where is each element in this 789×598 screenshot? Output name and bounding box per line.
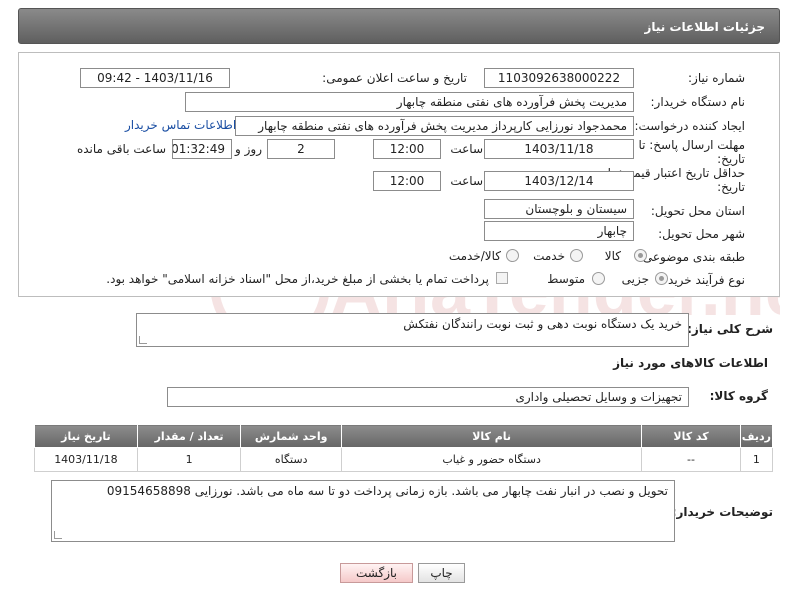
back-button[interactable]: بازگشت <box>340 563 413 583</box>
table-header-row: ردیف کد کالا نام کالا واحد شمارش تعداد /… <box>34 424 774 448</box>
goods-group-field[interactable]: تجهیزات و وسایل تحصیلی واداری <box>167 387 689 407</box>
price-validity-time-label: ساعت <box>450 174 483 188</box>
city-field[interactable]: چابهار <box>484 221 634 241</box>
announce-date-label: تاریخ و ساعت اعلان عمومی: <box>322 71 467 85</box>
description-label: شرح کلی نیاز: <box>687 322 773 336</box>
page-header: جزئیات اطلاعات نیاز <box>18 8 780 44</box>
buyer-org-field[interactable]: مدیریت پخش فرآورده های نفتی منطقه چابهار <box>185 92 634 112</box>
reply-days-label: روز و <box>235 142 262 156</box>
requester-label: ایجاد کننده درخواست: <box>634 119 745 133</box>
col-header-quantity: تعداد / مقدار <box>136 424 242 448</box>
col-header-row-number: ردیف <box>739 424 774 448</box>
col-header-unit: واحد شمارش <box>240 424 342 448</box>
page-title: جزئیات اطلاعات نیاز <box>644 20 765 34</box>
resize-grip-icon[interactable] <box>54 531 62 539</box>
cell-row-number: 1 <box>739 447 774 472</box>
description-text: خرید یک دستگاه نوبت دهی و ثبت نوبت رانند… <box>403 317 682 331</box>
col-header-item-name: نام کالا <box>340 424 643 448</box>
cell-item-name: دستگاه حضور و غیاب <box>340 447 643 472</box>
purchase-option-minor: جزیی <box>621 272 649 286</box>
col-header-need-date: تاریخ نیاز <box>34 424 138 448</box>
need-number-label: شماره نیاز: <box>688 71 745 85</box>
col-header-item-code: کد کالا <box>641 424 741 448</box>
purchase-option-medium: متوسط <box>547 272 585 286</box>
remaining-time-label: ساعت باقی مانده <box>76 142 166 156</box>
buyer-notes-text: تحویل و نصب در انبار نفت چابهار می باشد.… <box>106 484 668 498</box>
category-option-goods: کالا <box>604 249 621 263</box>
province-field[interactable]: سیستان و بلوچستان <box>484 199 634 219</box>
cell-need-date: 1403/11/18 <box>34 447 138 472</box>
buyer-org-label: نام دستگاه خریدار: <box>650 95 746 109</box>
goods-group-label: گروه کالا: <box>709 389 768 403</box>
print-button[interactable]: چاپ <box>418 563 465 583</box>
treasury-note: پرداخت تمام یا بخشی از مبلغ خرید،از محل … <box>106 272 489 286</box>
reply-days-field[interactable]: 2 <box>267 139 335 159</box>
reply-time-label: ساعت <box>450 142 483 156</box>
table-row: 1 -- دستگاه حضور و غیاب دستگاه 1 1403/11… <box>34 447 774 472</box>
purchase-type-label: نوع فرآیند خرید : <box>660 273 745 287</box>
announce-date-field[interactable]: 1403/11/16 - 09:42 <box>80 68 230 88</box>
cell-unit: دستگاه <box>240 447 342 472</box>
buyer-notes-textarea[interactable]: تحویل و نصب در انبار نفت چابهار می باشد.… <box>51 480 675 542</box>
category-option-service: خدمت <box>533 249 565 263</box>
description-textarea[interactable]: خرید یک دستگاه نوبت دهی و ثبت نوبت رانند… <box>136 313 689 347</box>
treasury-checkbox[interactable] <box>496 272 508 284</box>
province-label: استان محل تحویل: <box>650 204 745 218</box>
category-radio-service[interactable] <box>570 249 583 262</box>
remaining-time-field[interactable]: 01:32:49 <box>172 139 232 159</box>
category-radio-goods-service[interactable] <box>506 249 519 262</box>
city-label: شهر محل تحویل: <box>658 227 745 241</box>
need-number-field[interactable]: 1103092638000222 <box>484 68 634 88</box>
cell-item-code: -- <box>641 447 741 472</box>
price-validity-time-field[interactable]: 12:00 <box>373 171 441 191</box>
buyer-contact-link[interactable]: اطلاعات تماس خریدار <box>125 118 236 132</box>
purchase-radio-medium[interactable] <box>592 272 605 285</box>
reply-date-field[interactable]: 1403/11/18 <box>484 139 634 159</box>
resize-grip-icon[interactable] <box>139 336 147 344</box>
category-option-goods-service: کالا/خدمت <box>448 249 501 263</box>
reply-time-field[interactable]: 12:00 <box>373 139 441 159</box>
goods-table: ردیف کد کالا نام کالا واحد شمارش تعداد /… <box>34 424 774 472</box>
reply-deadline-label-2: تاریخ: <box>717 152 745 166</box>
cell-quantity: 1 <box>136 447 242 472</box>
goods-section-title: اطلاعات کالاهای مورد نیاز <box>613 356 768 370</box>
price-validity-label-2: تاریخ: <box>717 180 745 194</box>
purchase-radio-minor[interactable] <box>655 272 668 285</box>
category-radio-goods[interactable] <box>634 249 647 262</box>
requester-field[interactable]: محمدجواد نورزایی کارپرداز مدیریت پخش فرآ… <box>235 116 634 136</box>
reply-deadline-label: مهلت ارسال پاسخ: تا <box>638 138 745 152</box>
category-label: طبقه بندی موضوعی: <box>638 250 745 264</box>
buyer-notes-label: توضیحات خریدار: <box>671 505 773 519</box>
price-validity-date-field[interactable]: 1403/12/14 <box>484 171 634 191</box>
